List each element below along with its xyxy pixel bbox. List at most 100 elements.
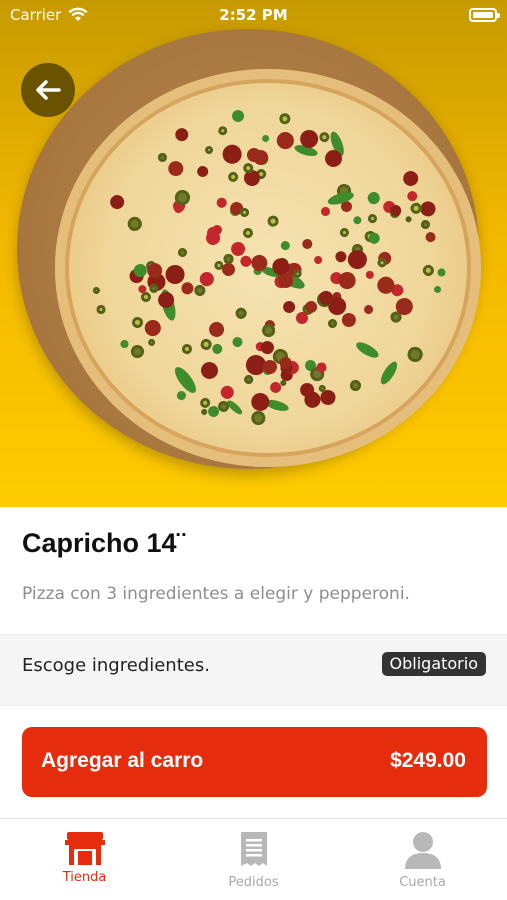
pizza-topping	[142, 316, 165, 339]
pizza-topping	[250, 409, 268, 427]
pizza-topping	[367, 213, 378, 224]
tab-pedidos[interactable]: Pedidos	[169, 819, 338, 900]
pizza-topping	[107, 192, 126, 212]
product-title: Capricho 14¨	[22, 528, 186, 558]
pizza-topping	[364, 269, 375, 280]
pizza-topping	[210, 342, 224, 356]
pizza-topping	[348, 378, 363, 392]
pizza-topping	[338, 226, 351, 239]
pizza-topping	[178, 279, 195, 296]
pizza-topping	[332, 249, 349, 266]
pizza-topping	[301, 239, 313, 250]
pizza-topping	[365, 189, 383, 206]
pizza-topping	[266, 215, 280, 228]
store-icon	[64, 832, 105, 865]
ingredients-option-row[interactable]: Escoge ingredientes. Obligatorio	[0, 634, 507, 706]
tab-tienda[interactable]: Tienda	[0, 819, 169, 900]
pizza-topping	[260, 133, 271, 144]
pizza-topping	[363, 304, 374, 315]
pizza-topping	[419, 219, 431, 231]
pizza-topping	[377, 359, 400, 387]
pizza-topping	[351, 214, 363, 226]
pizza-topping	[215, 196, 228, 209]
tab-cuenta[interactable]: Cuenta	[338, 819, 507, 900]
pizza-topping	[327, 318, 338, 329]
pizza-topping	[420, 263, 437, 279]
pizza-topping	[175, 389, 187, 401]
pizza-topping	[238, 206, 252, 220]
pizza-topping	[128, 342, 147, 361]
pizza-image	[55, 69, 481, 467]
pizza-topping	[344, 246, 371, 273]
user-icon	[404, 832, 441, 869]
pizza-topping	[218, 383, 237, 402]
pizza-topping	[403, 214, 413, 224]
pizza-topping	[197, 358, 221, 382]
pizza-topping	[204, 145, 214, 155]
pizza-topping	[196, 165, 209, 178]
pizza-topping	[171, 364, 200, 397]
tab-bar: Tienda Pedidos Cuenta	[0, 818, 507, 900]
pizza-topping	[316, 363, 327, 374]
pizza-board	[17, 29, 481, 469]
pizza-topping	[296, 311, 309, 325]
pizza-topping	[220, 142, 244, 166]
required-badge: Obligatorio	[381, 652, 486, 676]
pizza-topping	[367, 231, 382, 246]
product-price: $249.00	[390, 749, 466, 772]
pizza-topping	[226, 170, 241, 185]
pizza-topping	[341, 311, 358, 328]
pizza-topping	[316, 130, 331, 145]
pizza-topping	[436, 266, 446, 277]
pizza-topping	[279, 356, 292, 369]
tab-tienda-label: Tienda	[62, 870, 107, 885]
pizza-topping	[277, 111, 293, 127]
pizza-topping	[312, 254, 323, 265]
pizza-topping	[279, 239, 292, 252]
pizza-topping	[172, 125, 191, 145]
pizza-topping	[91, 285, 102, 296]
pizza-topping	[224, 253, 235, 264]
pizza-topping	[146, 337, 157, 348]
pizza-topping	[281, 299, 297, 315]
battery-icon	[469, 8, 500, 22]
tab-cuenta-label: Cuenta	[399, 875, 446, 890]
pizza-topping	[242, 373, 255, 387]
pizza-topping	[337, 270, 358, 291]
add-to-cart-button[interactable]: Agregar al carro $249.00	[22, 727, 487, 797]
pizza-topping	[193, 284, 206, 297]
ingredients-option-label: Escoge ingredientes.	[22, 655, 210, 676]
back-button[interactable]	[21, 63, 75, 117]
pizza-topping	[354, 339, 382, 360]
tab-pedidos-label: Pedidos	[228, 875, 279, 890]
add-to-cart-label: Agregar al carro	[41, 749, 204, 772]
pizza-topping	[176, 246, 189, 259]
product-hero: Carrier 2:52 PM	[0, 0, 507, 507]
pizza-topping	[180, 342, 194, 356]
pizza-topping	[250, 392, 270, 412]
clock: 2:52 PM	[219, 6, 288, 24]
pizza-topping	[220, 261, 236, 277]
pizza-topping	[211, 224, 223, 236]
pizza-topping	[129, 315, 145, 331]
pizza-topping	[125, 213, 145, 234]
pizza-topping	[261, 323, 275, 338]
receipt-icon	[240, 832, 267, 866]
product-detail-screen: Carrier 2:52 PM Capricho 14¨ Pizza con 3…	[0, 0, 507, 900]
pizza-topping	[422, 230, 438, 245]
pizza-topping	[164, 157, 187, 180]
status-bar: Carrier 2:52 PM	[0, 0, 507, 30]
pizza-topping	[404, 188, 419, 204]
pizza-topping	[230, 108, 246, 124]
pizza-topping	[166, 264, 186, 285]
pizza-topping	[401, 169, 419, 187]
pizza-topping	[320, 206, 331, 217]
pizza-topping	[217, 125, 228, 136]
pizza-topping	[406, 344, 425, 363]
pizza-topping	[206, 319, 227, 340]
pizza-topping	[234, 306, 250, 321]
pizza-topping	[157, 152, 168, 163]
product-description: Pizza con 3 ingredientes a elegir y pepp…	[22, 584, 410, 604]
pizza-topping	[432, 284, 443, 295]
pizza-topping	[230, 336, 244, 349]
